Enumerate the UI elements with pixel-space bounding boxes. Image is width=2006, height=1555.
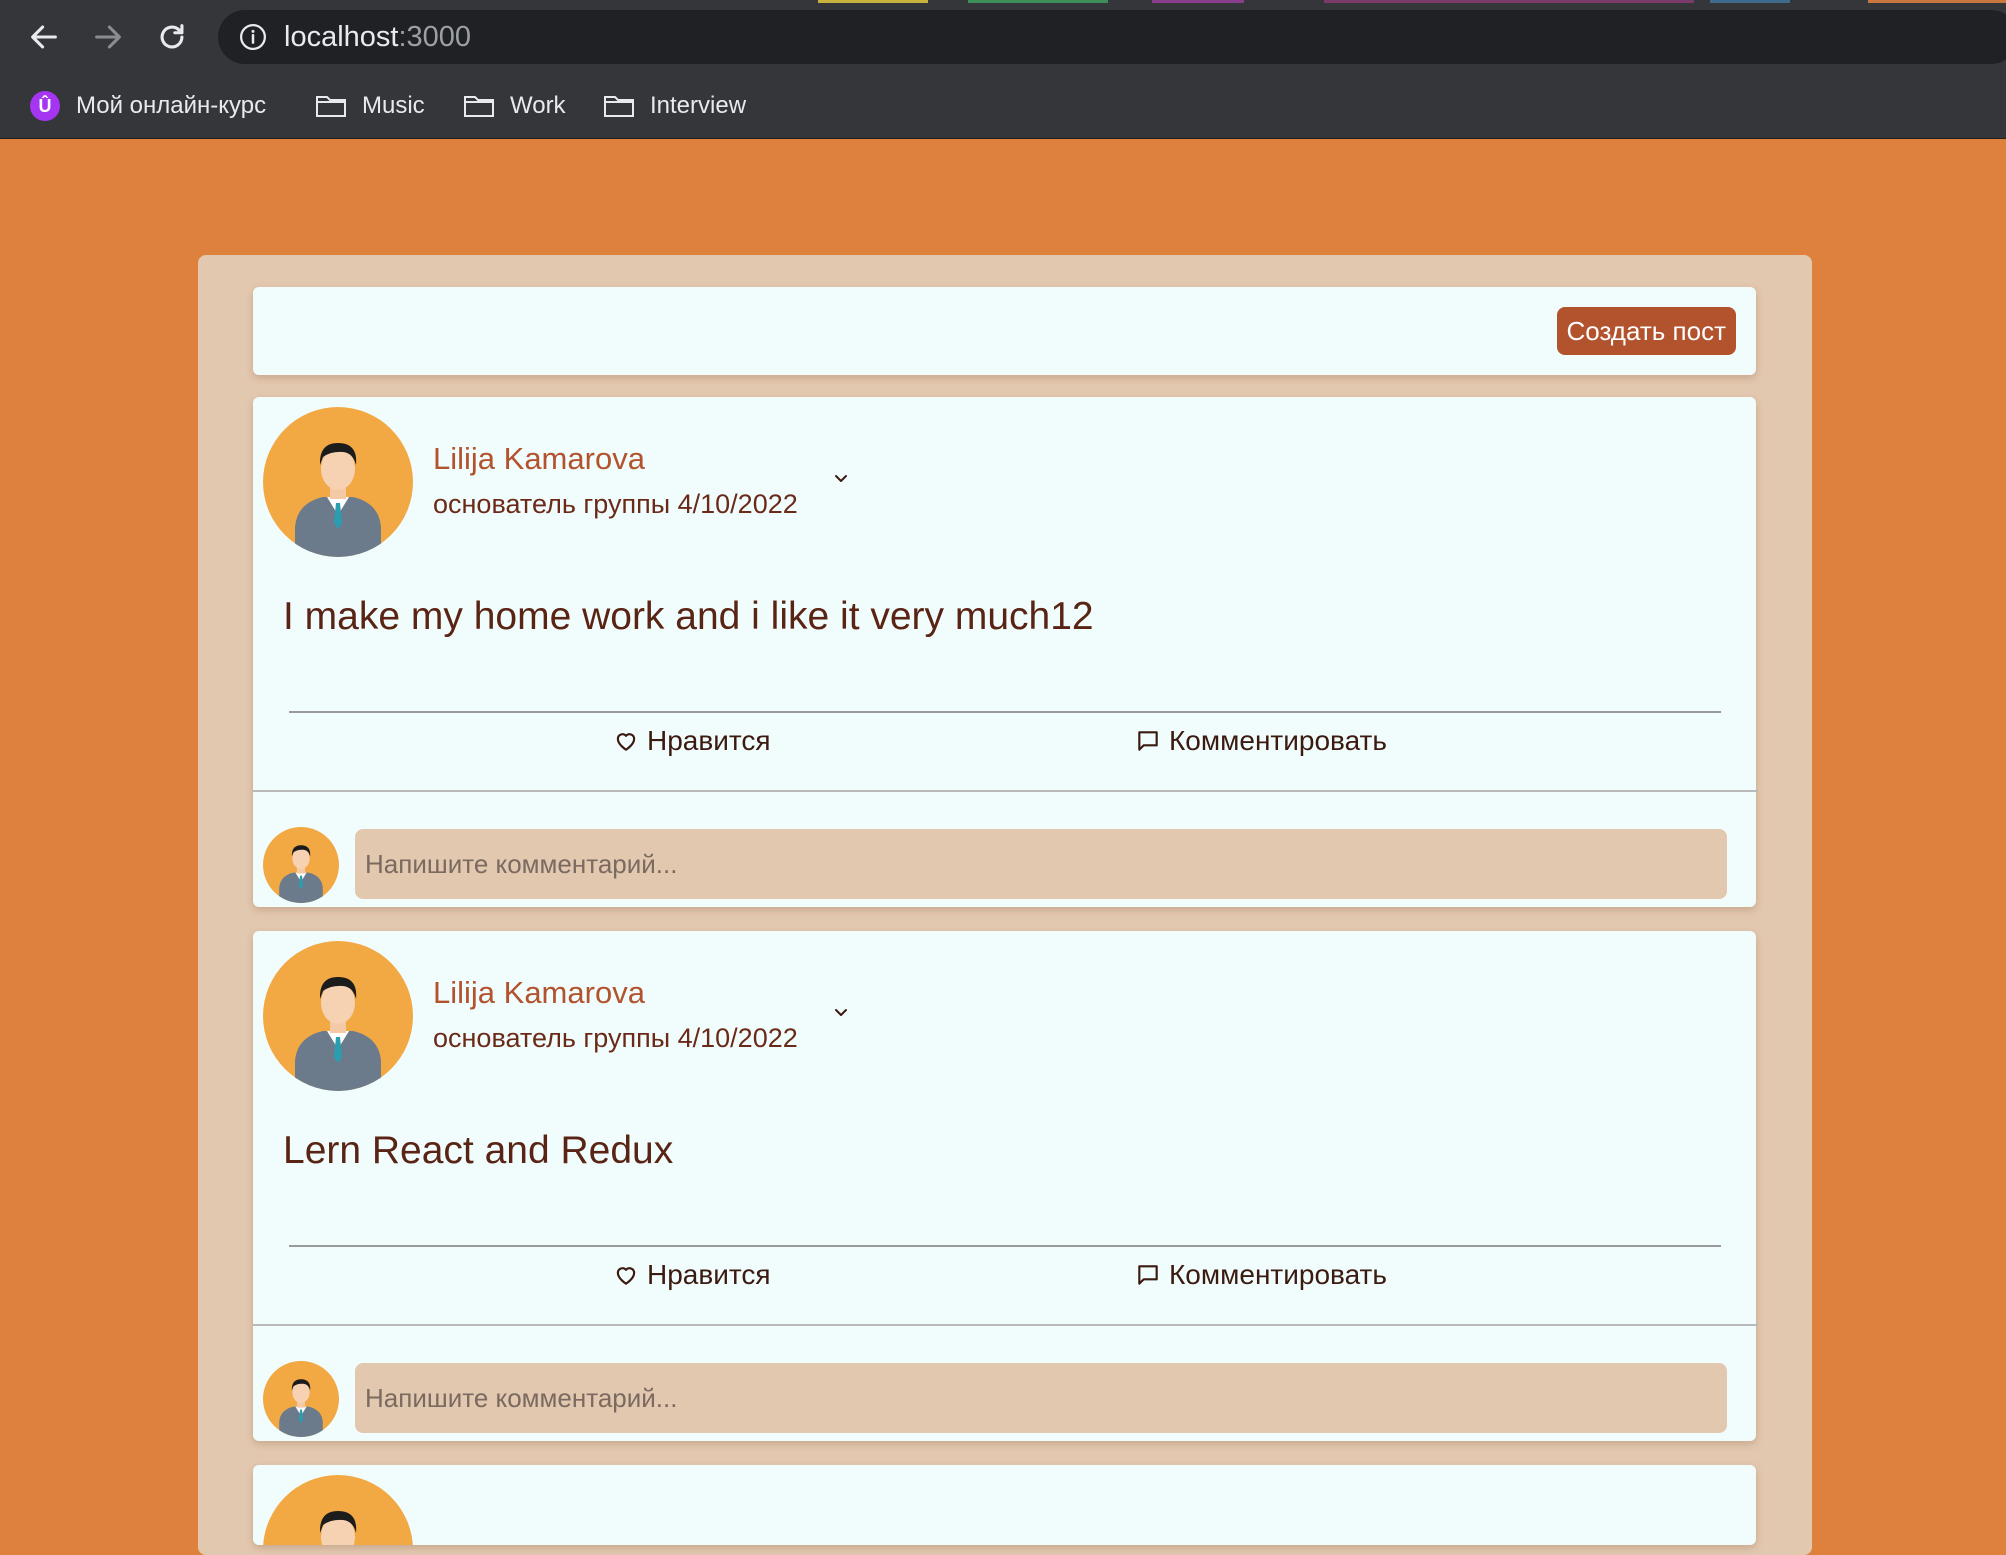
avatar[interactable] bbox=[263, 407, 413, 557]
forward-button[interactable] bbox=[88, 17, 128, 57]
user-avatar-icon bbox=[319, 1511, 357, 1545]
avatar[interactable] bbox=[263, 941, 413, 1091]
post-author[interactable]: Lilija Kamarova bbox=[433, 441, 645, 477]
bookmark-label: Work bbox=[510, 92, 566, 119]
arrow-left-icon bbox=[31, 25, 57, 49]
bookmark-folder-work[interactable]: Work bbox=[462, 88, 566, 124]
user-avatar-icon bbox=[279, 1379, 323, 1437]
user-avatar-icon bbox=[279, 845, 323, 903]
bookmark-label: Interview bbox=[650, 92, 747, 119]
comment-icon bbox=[1138, 731, 1158, 751]
udemy-badge: Û bbox=[30, 91, 60, 121]
folder-icon bbox=[462, 91, 496, 121]
comment-input[interactable] bbox=[355, 1363, 1727, 1433]
bookmark-label: Мой онлайн-курс bbox=[76, 92, 267, 119]
like-button[interactable]: Нравится bbox=[613, 1259, 771, 1291]
post-card bbox=[253, 1465, 1756, 1545]
bookmark-online-course[interactable]: Û Мой онлайн-курс bbox=[28, 88, 266, 124]
chevron-down-icon[interactable] bbox=[831, 469, 851, 489]
post-divider bbox=[289, 1245, 1721, 1247]
like-label: Нравится bbox=[647, 1259, 771, 1290]
browser-chrome: localhost:3000 Û Мой онлайн-курс Music W… bbox=[0, 0, 2006, 139]
create-post-button[interactable]: Создать пост bbox=[1556, 307, 1736, 355]
bookmark-folder-music[interactable]: Music bbox=[314, 88, 425, 124]
like-label: Нравится bbox=[647, 725, 771, 756]
reload-icon bbox=[160, 24, 184, 49]
udemy-logo-icon: Û bbox=[28, 91, 62, 121]
page-body: Создать пост Lilija Kamarova основатель … bbox=[0, 139, 2006, 1555]
post-meta: основатель группы 4/10/2022 bbox=[433, 489, 798, 519]
heart-icon bbox=[616, 1267, 636, 1285]
bookmarks-bar: Û Мой онлайн-курс Music Work Interview bbox=[0, 74, 2006, 139]
arrow-right-icon bbox=[95, 25, 121, 49]
bookmark-folder-interview[interactable]: Interview bbox=[602, 88, 746, 124]
post-text: I make my home work and i like it very m… bbox=[283, 595, 1094, 638]
avatar bbox=[263, 1361, 339, 1437]
comment-button[interactable]: Комментировать bbox=[1135, 725, 1387, 757]
heart-icon bbox=[616, 733, 636, 751]
avatar bbox=[263, 827, 339, 903]
post-separator bbox=[253, 790, 1758, 792]
post-divider bbox=[289, 711, 1721, 713]
reload-button[interactable] bbox=[152, 17, 192, 57]
folder-icon bbox=[602, 91, 636, 121]
back-button[interactable] bbox=[24, 17, 64, 57]
folder-icon bbox=[314, 91, 348, 121]
post-meta: основатель группы 4/10/2022 bbox=[433, 1023, 798, 1053]
create-post-card: Создать пост bbox=[253, 287, 1756, 375]
comment-icon bbox=[1138, 1265, 1158, 1285]
url-host: localhost bbox=[284, 21, 399, 53]
browser-toolbar: localhost:3000 bbox=[0, 0, 2006, 74]
chevron-down-icon[interactable] bbox=[831, 1003, 851, 1023]
post-text: Lern React and Redux bbox=[283, 1129, 674, 1172]
comment-label: Комментировать bbox=[1169, 725, 1387, 756]
feed-container: Создать пост Lilija Kamarova основатель … bbox=[198, 255, 1812, 1555]
post-card: Lilija Kamarova основатель группы 4/10/2… bbox=[253, 931, 1758, 1441]
comment-label: Комментировать bbox=[1169, 1259, 1387, 1290]
post-actions: Нравится Комментировать bbox=[253, 1251, 1756, 1311]
bookmark-label: Music bbox=[362, 92, 425, 119]
avatar[interactable] bbox=[263, 1475, 413, 1545]
info-icon[interactable] bbox=[238, 22, 268, 52]
post-separator bbox=[253, 1324, 1758, 1326]
like-button[interactable]: Нравится bbox=[613, 725, 771, 757]
post-author[interactable]: Lilija Kamarova bbox=[433, 975, 645, 1011]
post-actions: Нравится Комментировать bbox=[253, 717, 1756, 777]
comment-input[interactable] bbox=[355, 829, 1727, 899]
user-avatar-icon bbox=[295, 977, 381, 1091]
url-text: localhost:3000 bbox=[284, 20, 471, 54]
url-port: :3000 bbox=[398, 21, 472, 53]
post-card: Lilija Kamarova основатель группы 4/10/2… bbox=[253, 397, 1758, 907]
tab-strip-edge bbox=[0, 0, 2006, 3]
user-avatar-icon bbox=[295, 443, 381, 557]
comment-button[interactable]: Комментировать bbox=[1135, 1259, 1387, 1291]
address-bar[interactable]: localhost:3000 bbox=[218, 10, 2006, 64]
